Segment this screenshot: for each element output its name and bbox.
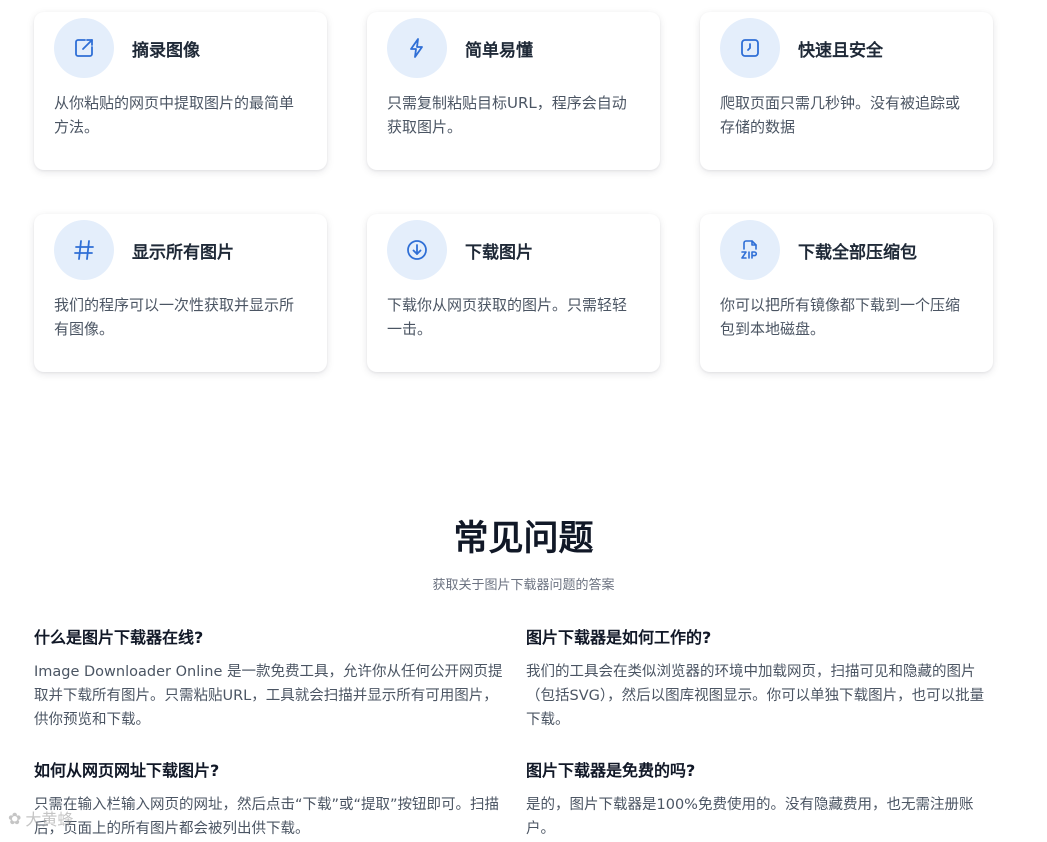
faq-answer: 我们的工具会在类似浏览器的环境中加载网页，扫描可见和隐藏的图片（包括SVG），然… xyxy=(526,664,985,728)
feature-card-zip: 下载全部压缩包 你可以把所有镜像都下载到一个压缩包到本地磁盘。 xyxy=(700,214,993,372)
feature-title: 下载全部压缩包 xyxy=(798,242,917,263)
feature-card-header: 快速且安全 xyxy=(720,12,973,78)
feature-card-easy: 简单易懂 只需复制粘贴目标URL，程序会自动获取图片。 xyxy=(367,12,660,170)
faq-answer: 只需在输入栏输入网页的网址，然后点击“下载”或“提取”按钮即可。扫描后，页面上的… xyxy=(34,797,500,837)
feature-description: 从你粘贴的网页中提取图片的最简单方法。 xyxy=(54,94,295,136)
watermark-logo-icon: ✿ xyxy=(8,808,22,828)
feature-card-extract-images: 摘录图像 从你粘贴的网页中提取图片的最简单方法。 xyxy=(34,12,327,170)
feature-card-header: 下载图片 xyxy=(387,214,640,280)
feature-title: 快速且安全 xyxy=(798,40,883,61)
faq-question: 什么是图片下载器在线? xyxy=(34,628,204,647)
feature-description: 只需复制粘贴目标URL，程序会自动获取图片。 xyxy=(387,94,627,136)
watermark: ✿ 大黄蜂 xyxy=(8,806,73,830)
feature-title: 简单易懂 xyxy=(465,40,533,61)
external-link-icon xyxy=(54,18,114,78)
feature-card-header: 显示所有图片 xyxy=(54,214,307,280)
hashtag-icon xyxy=(54,220,114,280)
timer-icon xyxy=(720,18,780,78)
feature-description: 下载你从网页获取的图片。只需轻轻一击。 xyxy=(387,296,628,338)
faq-item: 图片下载器是如何工作的? 我们的工具会在类似浏览器的环境中加载网页，扫描可见和隐… xyxy=(526,626,996,732)
feature-description: 爬取页面只需几秒钟。没有被追踪或存储的数据 xyxy=(720,94,961,136)
faq-question: 图片下载器是如何工作的? xyxy=(526,628,712,647)
feature-card-header: 下载全部压缩包 xyxy=(720,214,973,280)
feature-card-download: 下载图片 下载你从网页获取的图片。只需轻轻一击。 xyxy=(367,214,660,372)
zip-file-icon xyxy=(720,220,780,280)
faq-item: 如何从网页网址下载图片? 只需在输入栏输入网页的网址，然后点击“下载”或“提取”… xyxy=(34,759,504,841)
feature-description: 你可以把所有镜像都下载到一个压缩包到本地磁盘。 xyxy=(720,296,961,338)
feature-title: 显示所有图片 xyxy=(132,242,234,263)
feature-title: 摘录图像 xyxy=(132,40,200,61)
feature-card-show-all: 显示所有图片 我们的程序可以一次性获取并显示所有图像。 xyxy=(34,214,327,372)
feature-title: 下载图片 xyxy=(465,242,533,263)
faq-answer: Image Downloader Online 是一款免费工具，允许你从任何公开… xyxy=(34,664,503,728)
lightning-icon xyxy=(387,18,447,78)
faq-subtitle: 获取关于图片下载器问题的答案 xyxy=(432,578,615,593)
faq-question: 如何从网页网址下载图片? xyxy=(34,761,220,780)
feature-description: 我们的程序可以一次性获取并显示所有图像。 xyxy=(54,296,295,338)
faq-item: 什么是图片下载器在线? Image Downloader Online 是一款免… xyxy=(34,626,504,732)
feature-card-header: 摘录图像 xyxy=(54,12,307,78)
download-icon xyxy=(387,220,447,280)
feature-card-header: 简单易懂 xyxy=(387,12,640,78)
faq-question: 图片下载器是免费的吗? xyxy=(526,761,696,780)
faq-item: 图片下载器是免费的吗? 是的，图片下载器是100%免费使用的。没有隐藏费用，也无… xyxy=(526,759,996,841)
page: 摘录图像 从你粘贴的网页中提取图片的最简单方法。 简单易懂 只需复制粘贴目标UR… xyxy=(0,0,1047,842)
watermark-text: 大黄蜂 xyxy=(25,810,74,829)
faq-title: 常见问题 xyxy=(453,519,594,559)
feature-card-fast-secure: 快速且安全 爬取页面只需几秒钟。没有被追踪或存储的数据 xyxy=(700,12,993,170)
faq-answer: 是的，图片下载器是100%免费使用的。没有隐藏费用，也无需注册账户。 xyxy=(526,797,974,837)
